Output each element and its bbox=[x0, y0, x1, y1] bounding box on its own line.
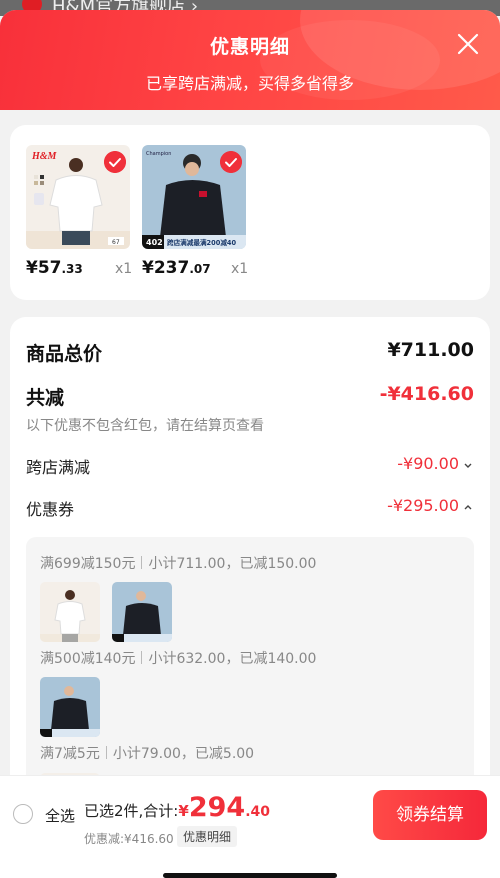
coupon-label: 优惠券 bbox=[26, 500, 75, 519]
product-image-champion[interactable]: 402 跨店满减最满200减40 Champion bbox=[142, 145, 246, 249]
product-price-hm: ¥57.33 bbox=[26, 258, 83, 278]
sheet-title: 优惠明细 bbox=[209, 36, 290, 58]
chevron-down-icon[interactable] bbox=[462, 459, 474, 471]
select-all-radio[interactable] bbox=[13, 804, 33, 824]
checkout-bar: 全选 已选2件,合计:¥294.40 优惠减:¥416.60 优惠明细 领券结算 bbox=[0, 775, 500, 878]
total-price-value: ¥711.00 bbox=[387, 339, 474, 361]
sheet-header: 优惠明细 已享跨店满减，买得多省得多 bbox=[0, 10, 500, 110]
total-amount-dec: .40 bbox=[245, 804, 270, 820]
product-qty-champion: x1 bbox=[231, 261, 249, 277]
selected-summary: 已选2件,合计:¥294.40 bbox=[84, 792, 270, 823]
svg-text:67: 67 bbox=[112, 239, 120, 246]
chevron-up-icon[interactable] bbox=[462, 501, 474, 513]
coupon-group-2: 满500减140元 小计632.00，已减140.00 bbox=[40, 651, 317, 667]
total-amount-int: 294 bbox=[188, 792, 246, 823]
select-all-label[interactable]: 全选 bbox=[45, 805, 75, 826]
checkout-button[interactable]: 领券结算 bbox=[373, 790, 487, 840]
home-indicator bbox=[163, 873, 337, 878]
product-image-hm[interactable]: 67 H&M bbox=[26, 145, 130, 249]
product-price-champion: ¥237.07 bbox=[142, 258, 211, 278]
coupon-group-1: 满699减150元 小计711.00，已减150.00 bbox=[40, 556, 317, 572]
cross-store-label: 跨店满减 bbox=[26, 458, 91, 477]
hm-logo-text: H&M bbox=[31, 151, 58, 162]
sheet-subtitle: 已享跨店满减，买得多省得多 bbox=[145, 74, 354, 93]
discount-note: 以下优惠不包含红包，请在结算页查看 bbox=[26, 418, 264, 434]
coupon-product-thumb[interactable] bbox=[40, 582, 100, 642]
coupon-group-3: 满7减5元 小计79.00，已减5.00 bbox=[40, 746, 255, 762]
discount-detail-link[interactable]: 优惠明细 bbox=[177, 826, 238, 847]
check-icon[interactable] bbox=[220, 151, 242, 173]
total-discount-value: -¥416.60 bbox=[379, 383, 474, 405]
selected-count-text: 已选2件,合计: bbox=[84, 802, 179, 820]
coupon-product-thumb[interactable] bbox=[112, 582, 172, 642]
check-icon[interactable] bbox=[104, 151, 126, 173]
close-icon[interactable] bbox=[456, 32, 480, 56]
cross-store-value: -¥90.00 bbox=[397, 454, 459, 473]
champion-logo-text: Champion bbox=[146, 151, 171, 157]
coupon-product-thumb[interactable] bbox=[40, 677, 100, 737]
coupon-value: -¥295.00 bbox=[387, 496, 459, 515]
product-promo-text: 跨店满减最满200减40 bbox=[167, 238, 237, 247]
total-discount-label: 共减 bbox=[26, 387, 65, 409]
total-currency: ¥ bbox=[178, 802, 189, 820]
product-qty-hm: x1 bbox=[115, 261, 133, 277]
product-badge: 402 bbox=[146, 238, 163, 247]
selected-products-card: 67 H&M ¥57.33 x1 402 跨店满减最满200减40 Champi… bbox=[10, 125, 490, 300]
total-price-label: 商品总价 bbox=[26, 343, 103, 365]
saved-amount-text: 优惠减:¥416.60 bbox=[84, 832, 174, 846]
discount-detail-sheet: 优惠明细 已享跨店满减，买得多省得多 67 H&M ¥57.33 x1 402 … bbox=[0, 10, 500, 878]
